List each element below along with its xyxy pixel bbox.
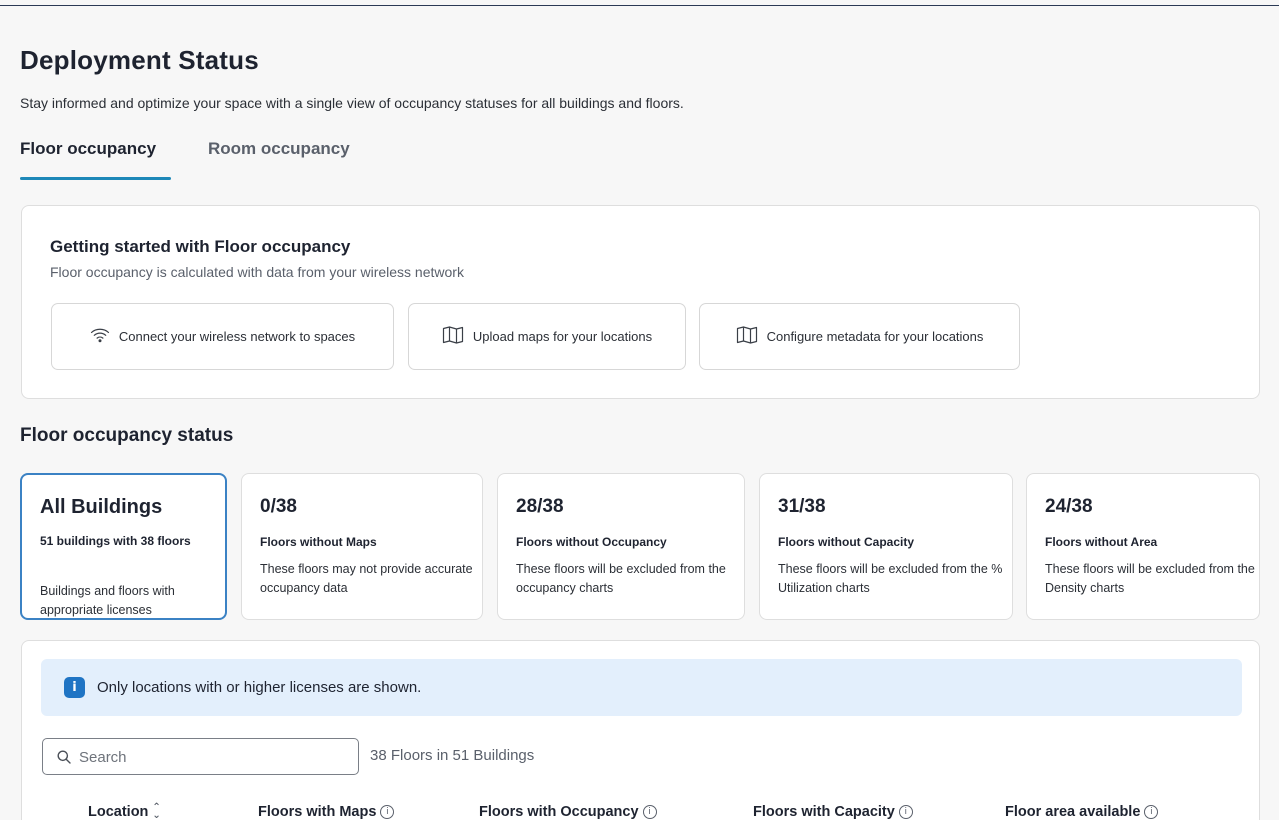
card-description: These floors may not provide accurate oc…: [260, 562, 473, 595]
upload-maps-button[interactable]: Upload maps for your locations: [408, 303, 686, 370]
info-icon: i: [64, 677, 85, 698]
column-header-floors-with-maps: Floors with Maps i: [258, 804, 395, 820]
status-card-floors-without-area[interactable]: 24/38 Floors without Area These floors w…: [1026, 473, 1260, 620]
info-circle-icon[interactable]: i: [1144, 805, 1159, 819]
status-card-all-buildings[interactable]: All Buildings 51 buildings with 38 floor…: [20, 473, 227, 620]
top-border: [0, 0, 1279, 6]
sort-icon[interactable]: ⌃ ⌄: [152, 803, 160, 820]
page-title: Deployment Status: [20, 45, 259, 75]
column-label: Floors with Occupancy: [479, 804, 639, 820]
card-description: These floors will be excluded from the %…: [778, 562, 1003, 595]
card-label: Floors without Capacity: [778, 535, 915, 549]
wifi-icon: [90, 327, 110, 346]
card-description: These floors will be excluded from the D…: [1045, 562, 1255, 595]
column-header-floor-area-available: Floor area available i: [1005, 804, 1159, 820]
getting-started-panel: Getting started with Floor occupancy Flo…: [21, 205, 1260, 399]
status-section-title: Floor occupancy status: [20, 425, 234, 446]
getting-started-subtitle: Floor occupancy is calculated with data …: [50, 264, 464, 280]
page-subtitle: Stay informed and optimize your space wi…: [20, 95, 684, 111]
info-circle-icon[interactable]: i: [380, 805, 395, 819]
card-label: 51 buildings with 38 floors: [40, 534, 191, 548]
column-header-location[interactable]: Location ⌃ ⌄: [88, 803, 161, 820]
tab-bar: Floor occupancy Room occupancy: [20, 139, 620, 183]
getting-started-title: Getting started with Floor occupancy: [50, 237, 351, 256]
search-icon: [57, 750, 71, 769]
search-input[interactable]: [79, 747, 349, 767]
card-value: 24/38: [1045, 496, 1093, 517]
connect-wireless-label: Connect your wireless network to spaces: [118, 329, 356, 344]
active-tab-indicator: [20, 177, 171, 180]
card-value: All Buildings: [40, 496, 163, 518]
card-description: Buildings and floors with appropriate li…: [40, 584, 175, 617]
configure-metadata-button[interactable]: Configure metadata for your locations: [699, 303, 1020, 370]
card-label: Floors without Occupancy: [516, 535, 667, 549]
status-card-floors-without-occupancy[interactable]: 28/38 Floors without Occupancy These flo…: [497, 473, 745, 620]
column-label: Floors with Capacity: [753, 804, 895, 820]
tab-room-occupancy[interactable]: Room occupancy: [208, 139, 350, 159]
column-header-floors-with-capacity: Floors with Capacity i: [753, 804, 913, 820]
card-description: These floors will be excluded from the o…: [516, 562, 726, 595]
column-label: Floor area available: [1005, 804, 1141, 820]
license-info-banner: i Only locations with or higher licenses…: [41, 659, 1242, 716]
status-card-floors-without-maps[interactable]: 0/38 Floors without Maps These floors ma…: [241, 473, 483, 620]
card-value: 28/38: [516, 496, 564, 517]
upload-maps-label: Upload maps for your locations: [472, 329, 653, 344]
info-circle-icon[interactable]: i: [642, 805, 657, 819]
column-header-floors-with-occupancy: Floors with Occupancy i: [479, 804, 657, 820]
results-count: 38 Floors in 51 Buildings: [370, 747, 535, 764]
search-field[interactable]: [42, 738, 359, 775]
card-label: Floors without Area: [1045, 535, 1158, 549]
info-circle-icon[interactable]: i: [898, 805, 913, 819]
banner-text: Only locations with or higher licenses a…: [97, 679, 422, 696]
configure-metadata-label: Configure metadata for your locations: [766, 329, 984, 344]
status-card-floors-without-capacity[interactable]: 31/38 Floors without Capacity These floo…: [759, 473, 1013, 620]
tab-floor-occupancy[interactable]: Floor occupancy: [20, 139, 156, 159]
map-icon: [442, 326, 464, 347]
column-label: Floors with Maps: [258, 804, 377, 820]
card-value: 0/38: [260, 496, 297, 517]
card-value: 31/38: [778, 496, 826, 517]
connect-wireless-button[interactable]: Connect your wireless network to spaces: [51, 303, 394, 370]
card-label: Floors without Maps: [260, 535, 377, 549]
column-label: Location: [88, 804, 149, 820]
locations-table-panel: i Only locations with or higher licenses…: [21, 640, 1260, 820]
map-icon: [736, 326, 758, 347]
